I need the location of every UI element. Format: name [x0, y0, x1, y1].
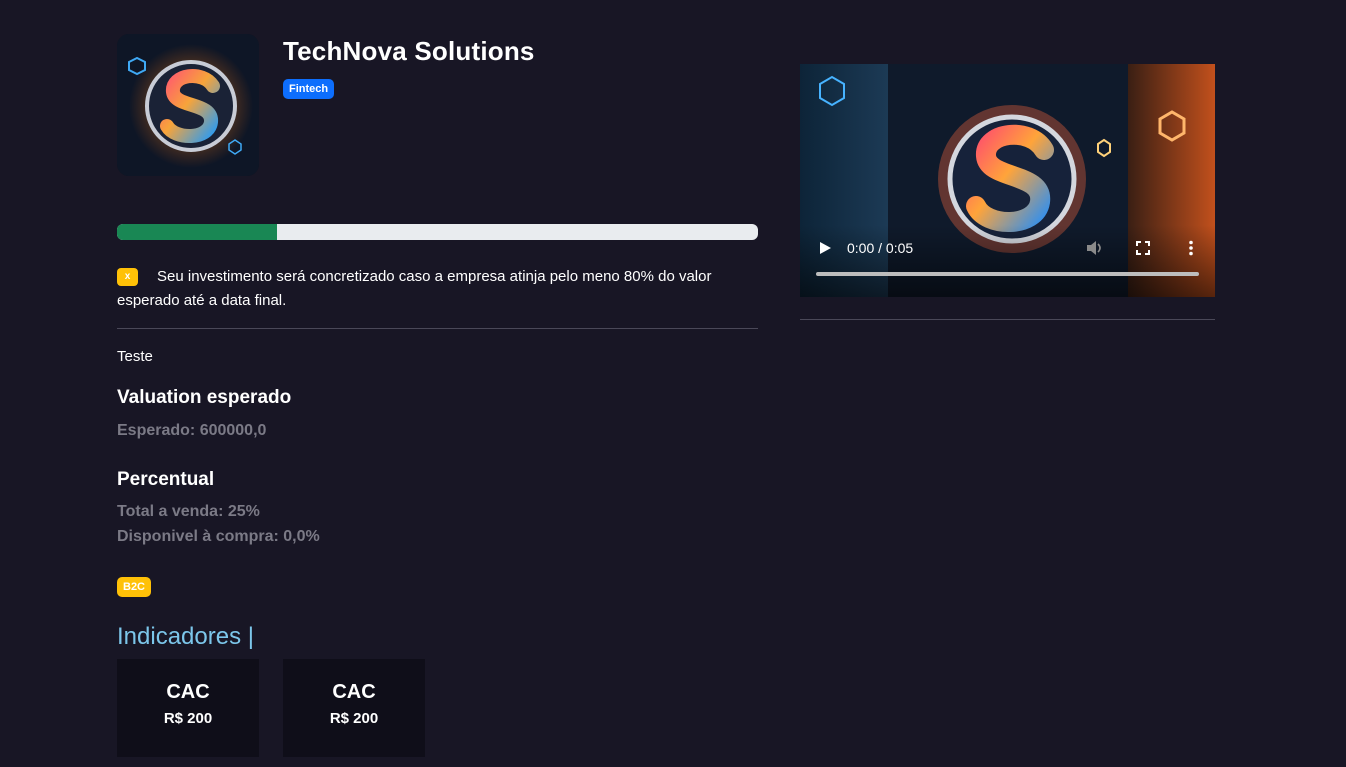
funding-progress-fill [117, 224, 278, 240]
company-name: TechNova Solutions [283, 36, 535, 66]
startup-detail-page: TechNova Solutions Fintech x Seu investi… [0, 0, 1346, 767]
funding-progress-bar [117, 224, 758, 240]
indicator-value: R$ 200 [329, 710, 379, 727]
indicator-card: CAC R$ 200 [283, 659, 425, 757]
indicator-label: CAC [166, 681, 210, 703]
divider [800, 319, 1215, 320]
video-seek-bar[interactable] [816, 272, 1199, 276]
indicator-value: R$ 200 [163, 710, 213, 727]
sector-badge: Fintech [283, 79, 335, 99]
video-controls [800, 225, 1215, 297]
percentual-title: Percentual [117, 469, 215, 490]
valuation-expected: Esperado: 600000,0 [117, 422, 267, 439]
more-options-icon[interactable] [1186, 240, 1196, 256]
investment-notice: Seu investimento será concretizado caso … [117, 268, 712, 309]
company-description: Teste [117, 348, 153, 365]
volume-icon[interactable] [1086, 240, 1104, 256]
business-model-badge: B2C [117, 577, 152, 597]
percentual-total: Total a venda: 25% [117, 503, 260, 520]
video-player[interactable]: 0:00 / 0:05 [800, 64, 1215, 297]
company-logo [117, 34, 259, 176]
video-time: 0:00 / 0:05 [847, 240, 914, 256]
percentual-available: Disponivel à compra: 0,0% [117, 528, 320, 545]
divider [117, 328, 758, 329]
indicator-card: CAC R$ 200 [117, 659, 259, 757]
indicator-label: CAC [332, 681, 376, 703]
play-icon[interactable] [818, 241, 832, 255]
valuation-title: Valuation esperado [117, 387, 292, 408]
fullscreen-icon[interactable] [1136, 241, 1150, 255]
indicators-title: Indicadores | [117, 623, 254, 650]
